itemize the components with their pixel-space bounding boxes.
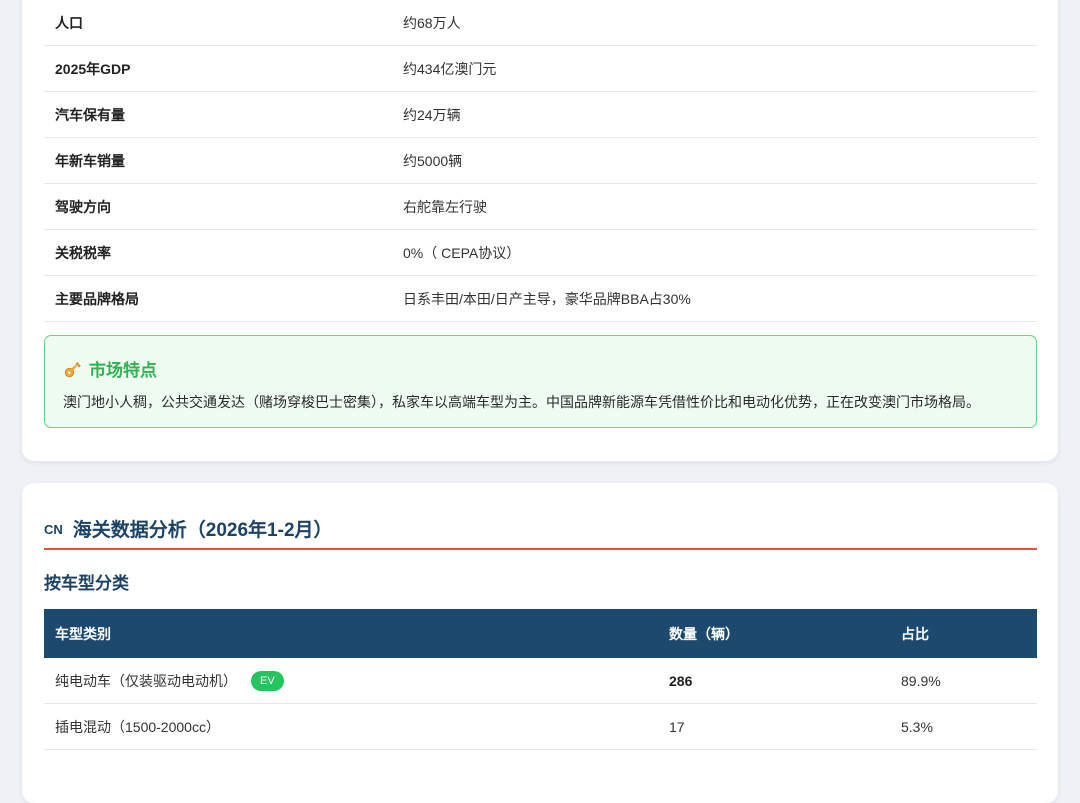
cell-share: 5.3% [901,718,933,735]
section-title: 海关数据分析（2026年1-2月） [72,519,333,541]
info-value: 0%（ CEPA协议） [403,244,521,261]
info-value: 约68万人 [403,14,461,31]
info-value: 约434亿澳门元 [403,60,497,77]
table-row: 插电混动（1500-2000cc） 17 5.3% [44,704,1037,750]
feature-description: 澳门地小人稠，公共交通发达（赌场穿梭巴士密集），私家车以高端车型为主。中国品牌新… [63,394,980,410]
market-info-card: 人口 约68万人 2025年GDP 约434亿澳门元 汽车保有量 约24万辆 年… [22,0,1058,461]
info-row-new-car-sales: 年新车销量 约5000辆 [44,138,1037,184]
cell-type: 纯电动车（仅装驱动电动机） EV [44,670,669,691]
info-key: 主要品牌格局 [55,290,139,307]
info-row-tariff: 关税税率 0%（ CEPA协议） [44,230,1037,276]
info-key: 汽车保有量 [55,106,125,123]
market-feature-callout: 市场特点 澳门地小人稠，公共交通发达（赌场穿梭巴士密集），私家车以高端车型为主。… [44,335,1037,428]
cn-flag-icon: CN [44,521,63,537]
market-info-table: 人口 约68万人 2025年GDP 约434亿澳门元 汽车保有量 约24万辆 年… [44,0,1037,322]
vehicle-type-table: 车型类别 数量（辆） 占比 纯电动车（仅装驱动电动机） EV 286 89.9%… [44,609,1037,750]
customs-data-card: CN 海关数据分析（2026年1-2月） 按车型分类 车型类别 数量（辆） 占比… [22,483,1058,803]
info-value: 日系丰田/本田/日产主导，豪华品牌BBA占30% [403,290,691,307]
info-row-driving-side: 驾驶方向 右舵靠左行驶 [44,184,1037,230]
column-header-share: 占比 [901,625,929,642]
info-value: 右舵靠左行驶 [403,198,487,215]
column-header-type: 车型类别 [55,625,111,642]
info-row-gdp: 2025年GDP 约434亿澳门元 [44,46,1037,92]
feature-title: 市场特点 [63,356,157,381]
cell-count: 17 [669,718,685,735]
info-row-population: 人口 约68万人 [44,0,1037,46]
info-key: 人口 [55,14,83,31]
vehicle-type-label: 插电混动（1500-2000cc） [55,718,220,735]
table-row: 纯电动车（仅装驱动电动机） EV 286 89.9% [44,658,1037,704]
info-key: 2025年GDP [55,60,131,77]
section-header: CN 海关数据分析（2026年1-2月） [44,508,1037,550]
feature-title-text: 市场特点 [89,361,157,380]
info-value: 约24万辆 [403,106,461,123]
info-row-vehicle-stock: 汽车保有量 约24万辆 [44,92,1037,138]
key-icon [64,361,81,377]
info-key: 关税税率 [55,244,111,261]
info-key: 年新车销量 [55,152,125,169]
cell-type: 插电混动（1500-2000cc） [44,717,669,737]
subsection-title: 按车型分类 [44,574,129,593]
info-row-brands: 主要品牌格局 日系丰田/本田/日产主导，豪华品牌BBA占30% [44,276,1037,322]
ev-badge: EV [251,670,284,691]
info-value: 约5000辆 [403,152,463,169]
column-header-count: 数量（辆） [669,625,739,642]
info-key: 驾驶方向 [55,198,111,215]
table-header: 车型类别 数量（辆） 占比 [44,609,1037,658]
vehicle-type-label: 纯电动车（仅装驱动电动机） [55,672,237,689]
cell-share: 89.9% [901,672,941,689]
cell-count: 286 [669,672,693,689]
